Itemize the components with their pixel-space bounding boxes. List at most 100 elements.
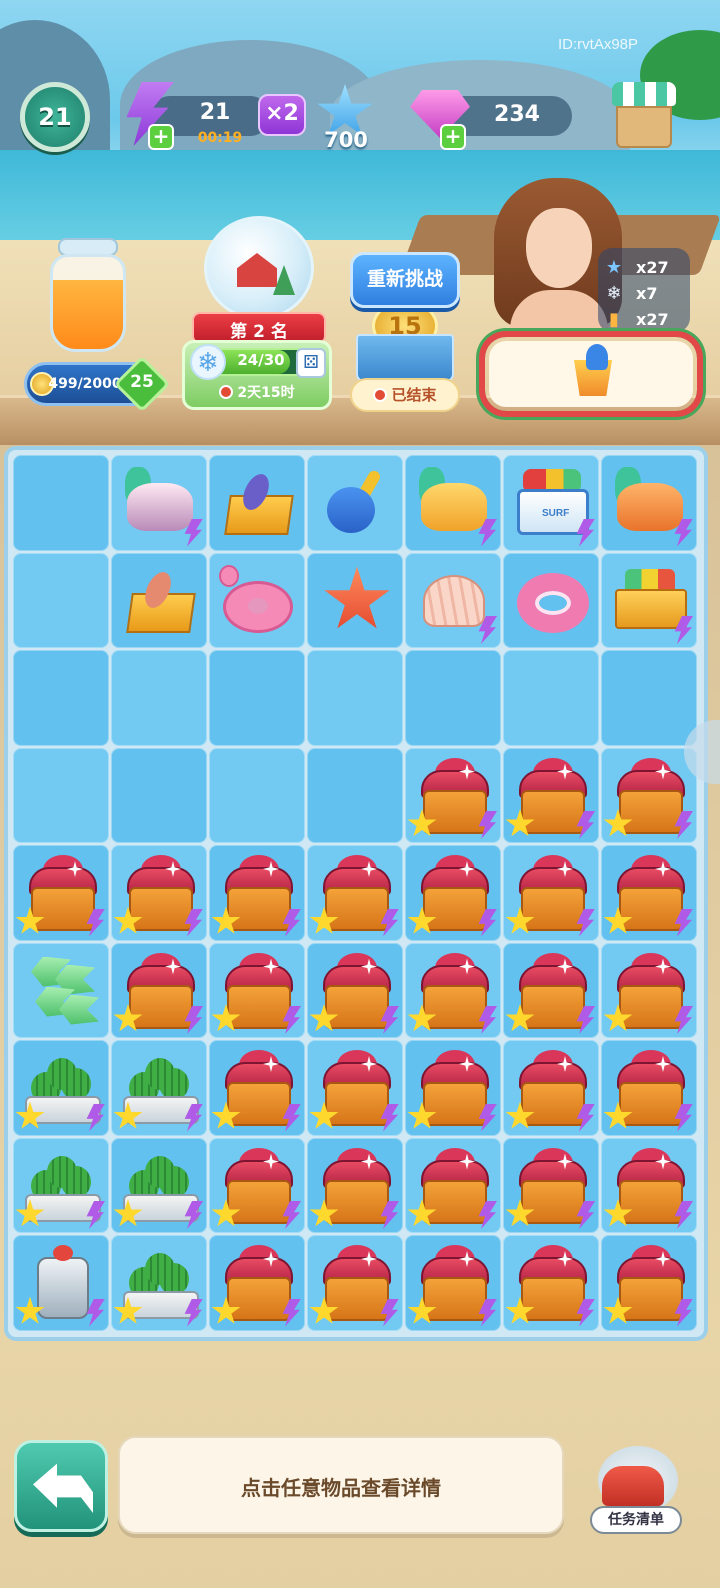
task-list-button[interactable]: 任务清单 <box>588 1446 688 1538</box>
board-cell[interactable] <box>307 455 403 551</box>
board-cell[interactable] <box>503 942 599 1038</box>
board-cell[interactable] <box>503 747 599 843</box>
board-cell[interactable] <box>111 650 207 746</box>
board-cell[interactable] <box>601 1040 697 1136</box>
board-cell[interactable] <box>13 650 109 746</box>
board-cell[interactable] <box>111 1040 207 1136</box>
reward-row: ▮ x27 <box>602 308 692 332</box>
board-cell[interactable] <box>307 747 403 843</box>
board-cell[interactable] <box>111 1235 207 1331</box>
board-cell[interactable] <box>307 650 403 746</box>
cart-part <box>615 588 687 629</box>
board-cell[interactable] <box>405 747 501 843</box>
shop-button[interactable] <box>612 82 676 150</box>
energy-timer: 00:19 <box>197 130 243 146</box>
chest-base <box>619 1277 683 1321</box>
board-cell[interactable] <box>307 1235 403 1331</box>
board-cell[interactable] <box>209 942 305 1038</box>
user-id: ID:rvtAx98P <box>558 36 639 53</box>
shell-part <box>127 483 193 531</box>
board-cell[interactable] <box>601 455 697 551</box>
retry-challenge-button[interactable]: 重新挑战 <box>350 252 460 308</box>
board-cell[interactable] <box>601 942 697 1038</box>
stars-value: 700 <box>324 128 368 152</box>
chest-base <box>521 1179 585 1224</box>
chest-base <box>325 1179 389 1224</box>
board-cell[interactable] <box>405 650 501 746</box>
shop-awning-icon <box>612 82 676 106</box>
board-cell[interactable] <box>405 455 501 551</box>
character-face <box>526 208 592 288</box>
board-cell[interactable] <box>209 747 305 843</box>
multiplier-button[interactable]: ×2 <box>258 94 306 136</box>
chest-base <box>619 984 683 1029</box>
board-cell[interactable] <box>601 650 697 746</box>
chest-base <box>423 887 487 931</box>
board-cell[interactable] <box>307 1040 403 1136</box>
cactus-part <box>145 1155 175 1188</box>
blade-part <box>327 487 375 533</box>
gems-value: 234 <box>494 102 540 127</box>
challenge-status-text: 已结束 <box>391 386 437 404</box>
shell-part <box>423 574 485 627</box>
board-cell[interactable] <box>13 845 109 941</box>
board-cell[interactable] <box>405 1137 501 1233</box>
board-cell[interactable] <box>405 845 501 941</box>
board-cell[interactable] <box>13 455 109 551</box>
board-cell[interactable] <box>503 1137 599 1233</box>
board-cell[interactable] <box>209 1137 305 1233</box>
board-cell[interactable] <box>111 845 207 941</box>
board-cell[interactable] <box>601 845 697 941</box>
board-cell[interactable] <box>503 455 599 551</box>
board-cell[interactable] <box>13 1137 109 1233</box>
board-cell[interactable] <box>307 942 403 1038</box>
player-level-badge[interactable]: 21 <box>20 82 90 152</box>
board-cell[interactable] <box>601 747 697 843</box>
board-cell[interactable] <box>13 942 109 1038</box>
board-cell[interactable] <box>601 552 697 648</box>
shell-part <box>421 483 487 531</box>
box-icon <box>356 334 454 382</box>
board-cell[interactable] <box>503 1235 599 1331</box>
board-cell[interactable] <box>307 1137 403 1233</box>
board-cell[interactable] <box>209 1235 305 1331</box>
board-cell[interactable] <box>405 1235 501 1331</box>
board-cell[interactable] <box>111 455 207 551</box>
surfboard-basket-icon <box>215 461 299 545</box>
snow-globe-event-button[interactable] <box>204 216 314 320</box>
board-cell[interactable] <box>209 845 305 941</box>
board-cell[interactable] <box>405 1040 501 1136</box>
chest-base <box>325 1082 389 1126</box>
board-cell[interactable] <box>503 650 599 746</box>
board-cell[interactable] <box>111 552 207 648</box>
board-cell[interactable] <box>503 552 599 648</box>
board-cell[interactable] <box>209 650 305 746</box>
board-cell[interactable] <box>307 845 403 941</box>
board-cell[interactable] <box>13 1040 109 1136</box>
chest-base <box>521 984 585 1029</box>
board-cell[interactable] <box>111 942 207 1038</box>
board-cell[interactable] <box>13 747 109 843</box>
board-cell[interactable] <box>601 1235 697 1331</box>
board-cell[interactable] <box>405 942 501 1038</box>
back-button[interactable] <box>14 1440 108 1532</box>
board-cell[interactable] <box>503 845 599 941</box>
add-energy-button[interactable]: + <box>148 124 174 150</box>
dice-icon: ⚄ <box>296 348 326 378</box>
board-cell[interactable] <box>405 552 501 648</box>
board-cell[interactable] <box>601 1137 697 1233</box>
board-cell[interactable] <box>111 747 207 843</box>
reward-row: ❄ x7 <box>602 282 692 306</box>
board-cell[interactable] <box>307 552 403 648</box>
juice-jar-button[interactable] <box>50 238 126 356</box>
board-cell[interactable] <box>503 1040 599 1136</box>
board-cell[interactable] <box>209 1040 305 1136</box>
board-cell[interactable] <box>209 455 305 551</box>
board-cell[interactable] <box>209 552 305 648</box>
board-cell[interactable] <box>13 552 109 648</box>
add-gems-button[interactable]: + <box>440 124 466 150</box>
board-cell[interactable] <box>111 1137 207 1233</box>
event-progress-text: 24/30 <box>237 351 285 369</box>
board-cell[interactable] <box>13 1235 109 1331</box>
chest-base <box>227 1082 291 1126</box>
